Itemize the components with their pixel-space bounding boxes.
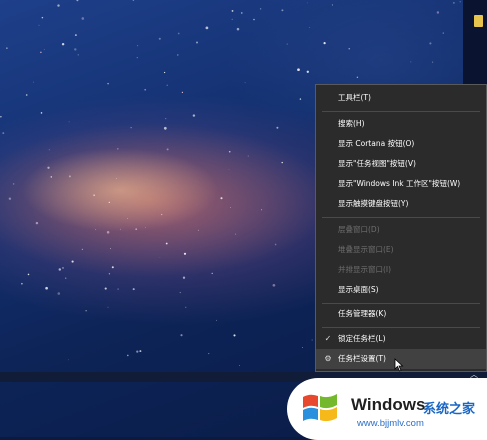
taskbar-context-menu: 工具栏(T) 搜索(H) 显示 Cortana 按钮(O) 显示"任务视图"按钮… [315,84,487,372]
watermark-url: www.bjjmlv.com [357,418,424,429]
gear-icon: ⚙ [324,354,332,363]
menu-item-side-by-side: 并排显示窗口(I) [338,265,392,274]
folder-icon[interactable] [474,15,483,27]
menu-item-stack-windows: 堆叠显示窗口(E) [338,245,394,254]
menu-separator [322,327,480,328]
menu-item-lock-taskbar[interactable]: ✓ 锁定任务栏(L) [316,329,486,349]
menu-item-show-desktop[interactable]: 显示桌面(S) [316,280,486,300]
menu-item-show-cortana[interactable]: 显示 Cortana 按钮(O) [316,134,486,154]
mouse-cursor-icon [394,358,404,372]
menu-separator [322,217,480,218]
watermark-brand: Windows [351,395,426,414]
menu-item-show-windows-ink[interactable]: 显示"Windows Ink 工作区"按钮(W) [316,174,486,194]
menu-item-cascade-windows: 层叠窗口(D) [338,225,380,234]
menu-item-show-touch-keyboard[interactable]: 显示触摸键盘按钮(Y) [316,194,486,214]
menu-separator [322,111,480,112]
menu-item-task-manager[interactable]: 任务管理器(K) [316,304,486,324]
menu-item-search[interactable]: 搜索(H) [316,114,486,134]
checkmark-icon: ✓ [324,334,332,343]
menu-item-toolbars[interactable]: 工具栏(T) [316,88,486,108]
menu-item-show-task-view[interactable]: 显示"任务视图"按钮(V) [316,154,486,174]
windows-logo-icon [303,394,337,422]
watermark-brand-cn: 系统之家 [423,402,476,417]
